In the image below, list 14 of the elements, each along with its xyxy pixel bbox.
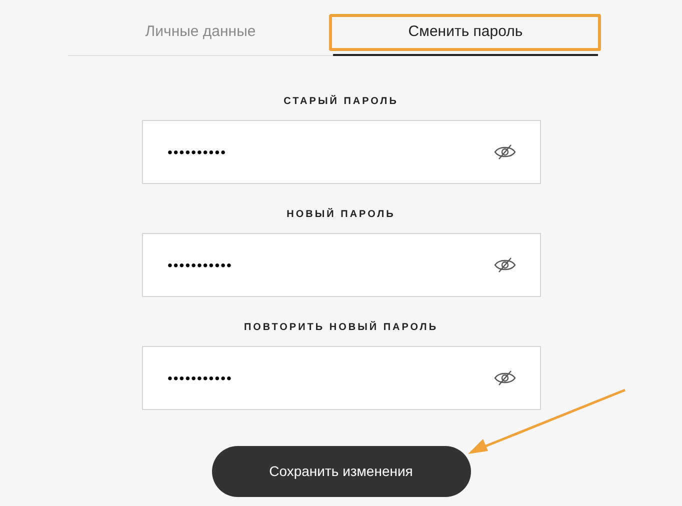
field-label: НОВЫЙ ПАРОЛЬ — [286, 207, 396, 222]
masked-password: ••••••••••• — [168, 368, 232, 388]
eye-slash-icon[interactable] — [494, 144, 516, 160]
masked-password: ••••••••••• — [168, 256, 232, 274]
field-label: ПОВТОРИТЬ НОВЫЙ ПАРОЛЬ — [244, 320, 438, 335]
eye-slash-icon[interactable] — [494, 370, 516, 386]
password-field[interactable]: ••••••••••• — [142, 346, 540, 410]
password-field[interactable]: ••••••••••• — [142, 233, 540, 297]
field-label: СТАРЫЙ ПАРОЛЬ — [284, 94, 398, 109]
eye-slash-icon[interactable] — [494, 257, 516, 273]
masked-password: •••••••••• — [168, 142, 227, 162]
tab[interactable]: Сменить пароль — [333, 0, 598, 56]
password-field[interactable]: •••••••••• — [142, 120, 540, 184]
save-button[interactable]: Сохранить изменения — [212, 446, 470, 497]
